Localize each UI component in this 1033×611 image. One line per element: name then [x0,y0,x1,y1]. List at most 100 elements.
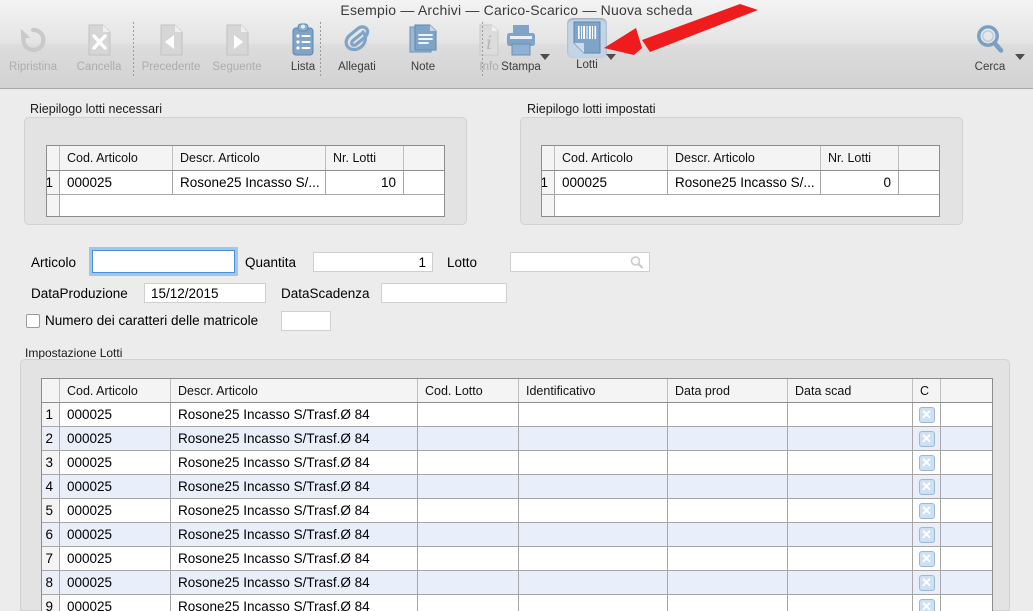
cell-data-scad[interactable] [788,499,913,522]
delete-row-button[interactable]: ✕ [919,575,935,591]
table-row[interactable]: 1000025Rosone25 Incasso S/Trasf.Ø 84✕ [42,403,992,427]
table-row[interactable]: 4000025Rosone25 Incasso S/Trasf.Ø 84✕ [42,475,992,499]
cell-descr-articolo[interactable]: Rosone25 Incasso S/Trasf.Ø 84 [171,595,418,611]
delete-row-button[interactable]: ✕ [919,479,935,495]
cell-extra[interactable] [941,595,992,611]
cell-data-prod[interactable] [668,475,788,498]
cell-extra[interactable] [941,427,992,450]
table-row[interactable]: 8000025Rosone25 Incasso S/Trasf.Ø 84✕ [42,571,992,595]
cell-extra[interactable] [941,499,992,522]
table-impostazione-lotti[interactable]: Cod. Articolo Descr. Articolo Cod. Lotto… [41,378,993,611]
cell-cod-lotto[interactable] [418,595,519,611]
cell-data-scad[interactable] [788,571,913,594]
table-row[interactable]: 9000025Rosone25 Incasso S/Trasf.Ø 84✕ [42,595,992,611]
input-dataproduzione[interactable]: 15/12/2015 [144,283,266,303]
toolbar-button-seguente[interactable]: Seguente [204,20,270,82]
cell-nr-lotti[interactable]: 10 [326,171,404,194]
cell-c[interactable]: ✕ [913,427,941,450]
cell-data-scad[interactable] [788,427,913,450]
delete-row-button[interactable]: ✕ [919,431,935,447]
input-articolo[interactable] [92,250,235,273]
cell-cod-articolo[interactable]: 000025 [60,571,171,594]
cell-data-scad[interactable] [788,403,913,426]
cell-cod-articolo[interactable]: 000025 [60,523,171,546]
cell-cod-lotto[interactable] [418,571,519,594]
cell-data-scad[interactable] [788,523,913,546]
cell-cod-lotto[interactable] [418,499,519,522]
input-datascadenza[interactable] [381,283,507,303]
cell-data-scad[interactable] [788,451,913,474]
cell-extra[interactable] [404,171,444,194]
cell-extra[interactable] [941,451,992,474]
cell-cod-lotto[interactable] [418,427,519,450]
cell-identificativo[interactable] [519,427,668,450]
cell-data-prod[interactable] [668,403,788,426]
cell-c[interactable]: ✕ [913,547,941,570]
table-empty-row[interactable] [47,195,444,217]
table-row[interactable]: 5000025Rosone25 Incasso S/Trasf.Ø 84✕ [42,499,992,523]
table-row[interactable]: 6000025Rosone25 Incasso S/Trasf.Ø 84✕ [42,523,992,547]
cell-descr-articolo[interactable]: Rosone25 Incasso S/Trasf.Ø 84 [171,427,418,450]
cell-descr-articolo[interactable]: Rosone25 Incasso S/Trasf.Ø 84 [171,571,418,594]
toolbar-button-lotti[interactable]: Lotti [554,20,620,82]
cell-data-scad[interactable] [788,547,913,570]
cell-cod-articolo[interactable]: 000025 [60,475,171,498]
cell-extra[interactable] [899,171,939,194]
input-numero-caratteri-matricole[interactable] [281,311,331,331]
search-icon-lotto[interactable] [630,256,643,269]
cell-data-prod[interactable] [668,595,788,611]
toolbar-button-precedente[interactable]: Precedente [138,20,204,82]
toolbar-button-allegati[interactable]: Allegati [324,20,390,82]
cell-descr-articolo[interactable]: Rosone25 Incasso S/Trasf.Ø 84 [171,547,418,570]
cell-data-prod[interactable] [668,547,788,570]
cell-descr-articolo[interactable]: Rosone25 Incasso S/Trasf.Ø 84 [171,475,418,498]
table-row[interactable]: 7000025Rosone25 Incasso S/Trasf.Ø 84✕ [42,547,992,571]
cell-cod-lotto[interactable] [418,475,519,498]
cell-identificativo[interactable] [519,499,668,522]
cell-identificativo[interactable] [519,547,668,570]
cell-descr-articolo[interactable]: Rosone25 Incasso S/Trasf.Ø 84 [171,451,418,474]
cell-cod-lotto[interactable] [418,547,519,570]
delete-row-button[interactable]: ✕ [919,527,935,543]
cell-cod-articolo[interactable]: 000025 [60,171,173,194]
table-row[interactable]: 1 000025 Rosone25 Incasso S/... 10 [47,171,444,195]
delete-row-button[interactable]: ✕ [919,551,935,567]
delete-row-button[interactable]: ✕ [919,455,935,471]
cell-cod-articolo[interactable]: 000025 [555,171,668,194]
cell-identificativo[interactable] [519,475,668,498]
cell-extra[interactable] [941,403,992,426]
cell-cod-lotto[interactable] [418,403,519,426]
cell-identificativo[interactable] [519,523,668,546]
cell-c[interactable]: ✕ [913,499,941,522]
cell-extra[interactable] [941,571,992,594]
toolbar-button-stampa[interactable]: Stampa [488,20,554,82]
cell-descr-articolo[interactable]: Rosone25 Incasso S/Trasf.Ø 84 [171,403,418,426]
cell-extra[interactable] [941,547,992,570]
cell-identificativo[interactable] [519,571,668,594]
cell-descr-articolo[interactable]: Rosone25 Incasso S/... [173,171,326,194]
cell-empty[interactable] [555,195,939,217]
cell-descr-articolo[interactable]: Rosone25 Incasso S/Trasf.Ø 84 [171,499,418,522]
cell-extra[interactable] [941,523,992,546]
cell-c[interactable]: ✕ [913,523,941,546]
cell-cod-articolo[interactable]: 000025 [60,427,171,450]
cell-identificativo[interactable] [519,403,668,426]
cell-cod-articolo[interactable]: 000025 [60,403,171,426]
cell-cod-articolo[interactable]: 000025 [60,451,171,474]
cell-c[interactable]: ✕ [913,595,941,611]
chevron-down-icon-cerca[interactable] [1015,54,1025,60]
chevron-down-icon-lotti[interactable] [606,54,616,60]
cell-cod-lotto[interactable] [418,451,519,474]
table-empty-row[interactable] [542,195,939,217]
delete-row-button[interactable]: ✕ [919,503,935,519]
delete-row-button[interactable]: ✕ [919,407,935,423]
cell-nr-lotti[interactable]: 0 [821,171,899,194]
toolbar-button-cerca[interactable]: Cerca [957,20,1023,82]
input-lotto[interactable] [510,252,650,272]
cell-descr-articolo[interactable]: Rosone25 Incasso S/... [668,171,821,194]
cell-data-prod[interactable] [668,427,788,450]
cell-c[interactable]: ✕ [913,475,941,498]
cell-data-scad[interactable] [788,475,913,498]
cell-data-prod[interactable] [668,571,788,594]
checkbox-numero-caratteri-matricole[interactable] [26,314,40,328]
